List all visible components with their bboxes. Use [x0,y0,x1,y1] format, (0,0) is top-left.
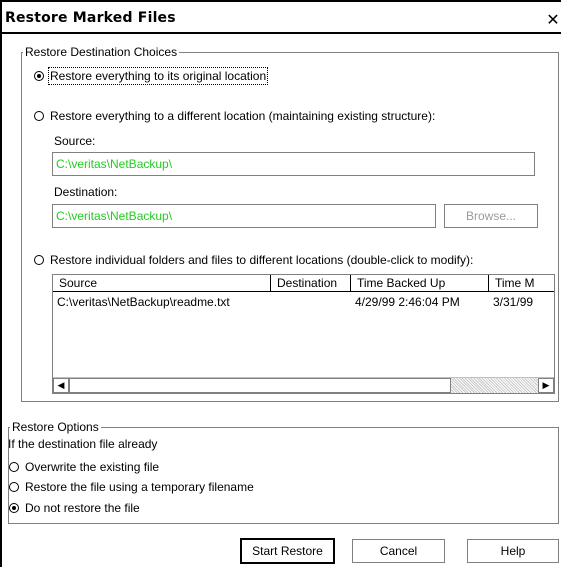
destination-field[interactable]: C:\veritas\NetBackup\ [52,204,436,228]
window-title: Restore Marked Files [5,10,176,26]
radio-original-location[interactable]: Restore everything to its original locat… [34,67,269,85]
column-header-time-backed-up[interactable]: Time Backed Up [351,275,489,292]
title-bar[interactable]: Restore Marked Files ✕ [2,2,561,34]
radio-do-not-restore[interactable]: Do not restore the file [9,500,140,516]
scroll-track[interactable] [451,378,538,393]
radio-temporary-filename[interactable]: Restore the file using a temporary filen… [9,479,254,495]
radio-different-location[interactable]: Restore everything to a different locati… [34,108,435,124]
radio-indicator [34,255,44,265]
radio-temporary-filename-label: Restore the file using a temporary filen… [25,480,254,494]
destination-label: Destination: [54,185,118,199]
radio-indicator [9,482,19,492]
column-header-source[interactable]: Source [53,275,271,292]
options-group-legend: Restore Options [10,420,101,434]
radio-different-location-label: Restore everything to a different locati… [50,109,436,123]
source-field[interactable]: C:\veritas\NetBackup\ [52,152,535,176]
radio-indicator [34,71,44,81]
radio-do-not-restore-label: Do not restore the file [25,501,140,515]
radio-overwrite-label: Overwrite the existing file [25,460,160,474]
radio-overwrite[interactable]: Overwrite the existing file [9,459,159,475]
radio-original-location-label: Restore everything to its original locat… [47,67,269,85]
scroll-thumb[interactable] [69,378,451,393]
close-icon[interactable]: ✕ [545,12,561,28]
radio-indicator [9,462,19,472]
scroll-left-icon[interactable]: ◀ [53,378,69,393]
cancel-button[interactable]: Cancel [352,539,445,563]
restore-dialog: Restore Marked Files ✕ Restore Destinati… [0,0,561,567]
horizontal-scrollbar[interactable]: ◀ ▶ [53,377,554,393]
radio-indicator [34,111,44,121]
options-description: If the destination file already [8,437,158,451]
cell-source: C:\veritas\NetBackup\readme.txt [57,295,230,309]
radio-indicator [9,503,19,513]
source-label: Source: [54,134,96,148]
cell-time-modified: 3/31/99 [493,295,534,309]
list-header: Source Destination Time Backed Up Time M [53,275,554,293]
cell-time-backed-up: 4/29/99 2:46:04 PM [355,295,460,309]
scroll-right-icon[interactable]: ▶ [538,378,554,393]
file-list[interactable]: Source Destination Time Backed Up Time M… [52,274,555,394]
browse-button[interactable]: Browse... [444,204,538,228]
radio-individual-locations-label: Restore individual folders and files to … [50,253,474,267]
help-button[interactable]: Help [467,539,559,563]
destination-group-legend: Restore Destination Choices [23,45,180,59]
list-item[interactable]: C:\veritas\NetBackup\readme.txt 4/29/99 … [53,294,554,310]
start-restore-button[interactable]: Start Restore [240,538,335,564]
radio-individual-locations[interactable]: Restore individual folders and files to … [34,252,473,268]
column-header-time-modified[interactable]: Time M [489,275,554,292]
column-header-destination[interactable]: Destination [271,275,351,292]
